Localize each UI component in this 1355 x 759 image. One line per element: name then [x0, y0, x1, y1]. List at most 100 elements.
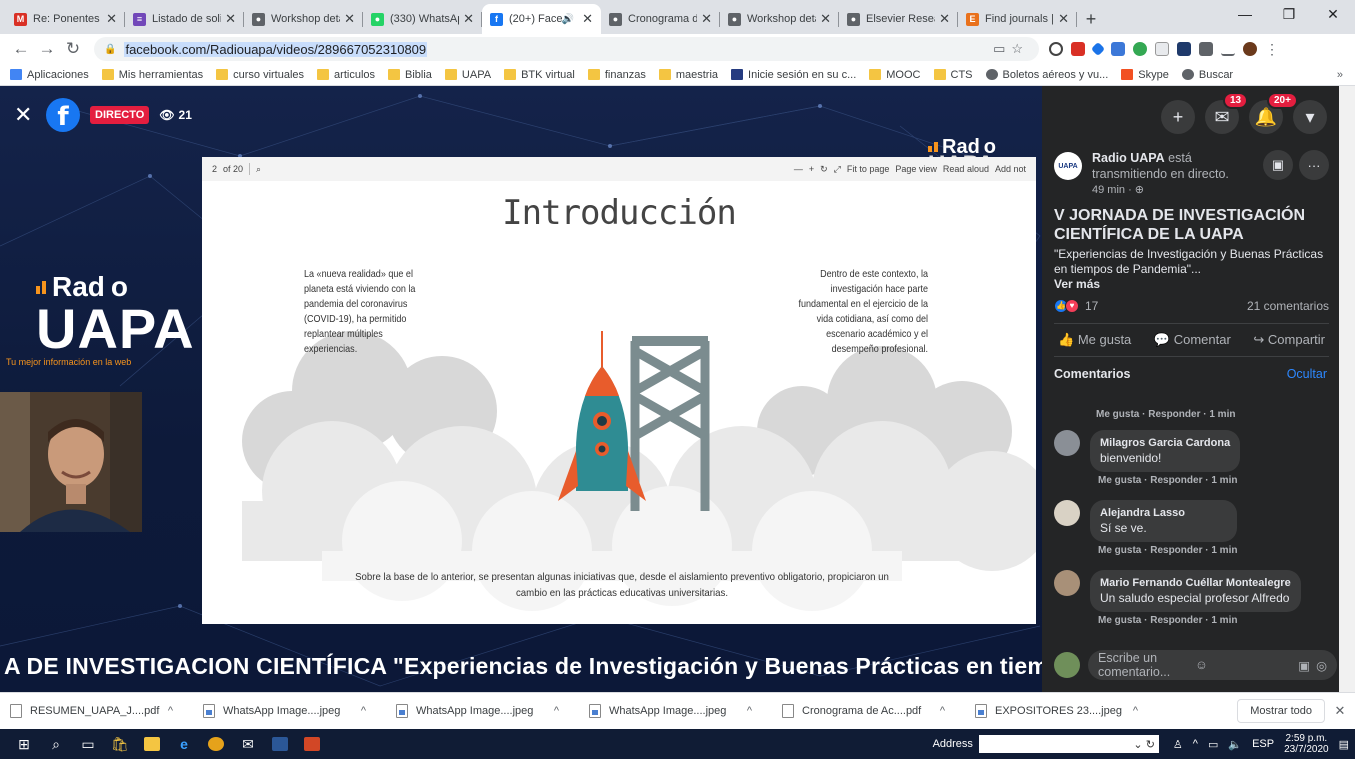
pdf-zoom-in-icon[interactable]: +	[809, 164, 814, 174]
download-options-icon[interactable]: ^	[361, 705, 366, 717]
pdf-zoom-out-icon[interactable]: —	[794, 164, 803, 174]
hide-comments-link[interactable]: Ocultar	[1287, 367, 1327, 381]
video-player[interactable]: ✕ f DIRECTO 👁21 Rado UAPA Rado UAPA Tu m…	[0, 86, 1042, 692]
extension-icon[interactable]	[1090, 41, 1106, 57]
gif-icon[interactable]: ▣	[1298, 658, 1310, 673]
close-tab-icon[interactable]: ✕	[939, 11, 950, 27]
comment-meta[interactable]: Me gusta · Responder · 1 min	[1098, 545, 1237, 556]
show-hidden-icons[interactable]: ^	[1193, 738, 1198, 750]
comment-meta[interactable]: Me gusta · Responder · 1 min	[1098, 475, 1240, 486]
pdf-search-icon[interactable]: ⌕	[256, 164, 261, 175]
pdf-read-aloud-button[interactable]: Read aloud	[943, 164, 989, 174]
browser-tab[interactable]: M Re: Ponentes Els ✕	[6, 4, 125, 34]
edge-icon[interactable]: e	[168, 729, 200, 759]
commenter-avatar[interactable]	[1054, 430, 1080, 456]
commenter-name[interactable]: Milagros Garcia Cardona	[1100, 436, 1230, 451]
comment-input[interactable]: Escribe un comentario... ☺ ▣ ◎	[1088, 650, 1337, 680]
mail-extension-icon[interactable]	[1071, 42, 1085, 56]
download-options-icon[interactable]: ^	[168, 705, 173, 717]
new-extension-icon[interactable]	[1111, 42, 1125, 56]
account-menu-button[interactable]: ▾	[1293, 100, 1327, 134]
word-icon[interactable]	[264, 729, 296, 759]
address-bar[interactable]: 🔒 facebook.com/Radiouapa/videos/28966705…	[94, 37, 1039, 61]
emoji-icon[interactable]: ☺	[1195, 658, 1292, 672]
bookmark-item[interactable]: maestria	[658, 69, 718, 81]
commenter-avatar[interactable]	[1054, 570, 1080, 596]
pdf-fit-to-page-button[interactable]: Fit to page	[847, 164, 890, 174]
close-tab-icon[interactable]: ✕	[701, 11, 712, 27]
comment-count-link[interactable]: 21 comentarios	[1247, 299, 1329, 313]
save-post-button[interactable]: ▣	[1263, 150, 1293, 180]
download-options-icon[interactable]: ^	[1133, 705, 1138, 717]
download-options-icon[interactable]: ^	[554, 705, 559, 717]
browser-tab[interactable]: E Find journals | El ✕	[958, 4, 1077, 34]
close-window-button[interactable]: ✕	[1311, 0, 1355, 28]
reading-list-icon[interactable]	[1221, 42, 1235, 56]
comment-button[interactable]: 💬 Comentar	[1154, 332, 1231, 348]
pdf-fit-icon[interactable]: ⤢	[834, 164, 841, 175]
bookmark-item[interactable]: Biblia	[388, 69, 432, 81]
commenter-name[interactable]: Mario Fernando Cuéllar Montealegre	[1100, 576, 1291, 591]
bookmark-item[interactable]: Boletos aéreos y vu...	[985, 69, 1108, 81]
bookmark-item[interactable]: Buscar	[1181, 69, 1233, 81]
bookmark-item[interactable]: Inicie sesión en su c...	[731, 69, 856, 81]
clock[interactable]: 2:59 p.m. 23/7/2020	[1284, 733, 1329, 755]
pdf-page-number[interactable]: 2	[212, 164, 217, 174]
bookmark-item[interactable]: BTK virtual	[504, 69, 575, 81]
bookmark-item[interactable]: Aplicaciones	[10, 69, 89, 81]
like-button[interactable]: 👍 Me gusta	[1058, 332, 1131, 348]
comment-meta[interactable]: Me gusta · Responder · 1 min	[1098, 615, 1301, 626]
powerpoint-icon[interactable]	[296, 729, 328, 759]
page-extension-icon[interactable]	[1155, 42, 1169, 56]
page-scrollbar[interactable]	[1339, 86, 1355, 692]
browser-tab[interactable]: ● Workshop detail ✕	[720, 4, 839, 34]
close-tab-icon[interactable]: ✕	[106, 11, 117, 27]
download-options-icon[interactable]: ^	[747, 705, 752, 717]
network-icon[interactable]: ▭	[1208, 738, 1218, 751]
reload-button[interactable]: ↻	[60, 39, 86, 59]
pdf-rotate-icon[interactable]: ↻	[820, 164, 828, 175]
my-avatar[interactable]	[1054, 652, 1080, 678]
bookmark-item[interactable]: CTS	[933, 69, 973, 81]
close-downloads-icon[interactable]: ✕	[1325, 703, 1355, 719]
maximize-button[interactable]: ❐	[1267, 0, 1311, 28]
mail-icon[interactable]: ✉	[232, 729, 264, 759]
browser-tab[interactable]: f (20+) Faceb🔊 ✕	[482, 4, 601, 34]
commenter-name[interactable]: Alejandra Lasso	[1100, 506, 1227, 521]
start-windows-icon[interactable]: ⊞	[8, 729, 40, 759]
facebook-logo[interactable]: f	[46, 98, 80, 132]
file-explorer-icon[interactable]	[136, 729, 168, 759]
create-plus-button[interactable]: +	[1161, 100, 1195, 134]
browser-tab[interactable]: ● Cronograma de ✕	[601, 4, 720, 34]
download-item[interactable]: RESUMEN_UAPA_J....pdf ^	[10, 704, 203, 718]
download-item[interactable]: WhatsApp Image....jpeg ^	[203, 704, 396, 718]
puzzle-icon[interactable]	[1199, 42, 1213, 56]
bookmark-item[interactable]: articulos	[317, 69, 375, 81]
notifications-button[interactable]: 🔔 20+	[1249, 92, 1298, 134]
back-button[interactable]: ←	[8, 39, 34, 59]
bookmark-item[interactable]: MOOC	[869, 69, 921, 81]
download-item[interactable]: WhatsApp Image....jpeg ^	[589, 704, 782, 718]
sticker-icon[interactable]: ◎	[1316, 658, 1327, 673]
chrome-icon[interactable]	[200, 729, 232, 759]
opera-extension-icon[interactable]	[1049, 42, 1063, 56]
browser-tab[interactable]: ≡ Listado de solicit ✕	[125, 4, 244, 34]
action-center-icon[interactable]: ▤	[1339, 738, 1349, 751]
download-item[interactable]: WhatsApp Image....jpeg ^	[396, 704, 589, 718]
close-tab-icon[interactable]: ✕	[820, 11, 831, 27]
messenger-button[interactable]: ✉ 13	[1205, 92, 1249, 134]
close-tab-icon[interactable]: ✕	[582, 11, 593, 27]
bookmark-item[interactable]: curso virtuales	[216, 69, 304, 81]
profile-avatar[interactable]	[1243, 42, 1257, 56]
bookmark-item[interactable]: Mis herramientas	[101, 69, 203, 81]
comment-meta[interactable]: Me gusta · Responder · 1 min	[1096, 409, 1339, 420]
close-tab-icon[interactable]: ✕	[1058, 11, 1069, 27]
share-button[interactable]: ↪ Compartir	[1253, 332, 1325, 348]
minimize-button[interactable]: —	[1223, 0, 1267, 28]
pdf-add-note-button[interactable]: Add not	[995, 164, 1026, 174]
page-avatar[interactable]: UAPA	[1054, 152, 1082, 180]
see-more-link[interactable]: Ver más	[1054, 277, 1329, 291]
browser-tab[interactable]: ● Elsevier Researc ✕	[839, 4, 958, 34]
bookmark-item[interactable]: UAPA	[444, 69, 491, 81]
browser-tab[interactable]: ● Workshop detail ✕	[244, 4, 363, 34]
